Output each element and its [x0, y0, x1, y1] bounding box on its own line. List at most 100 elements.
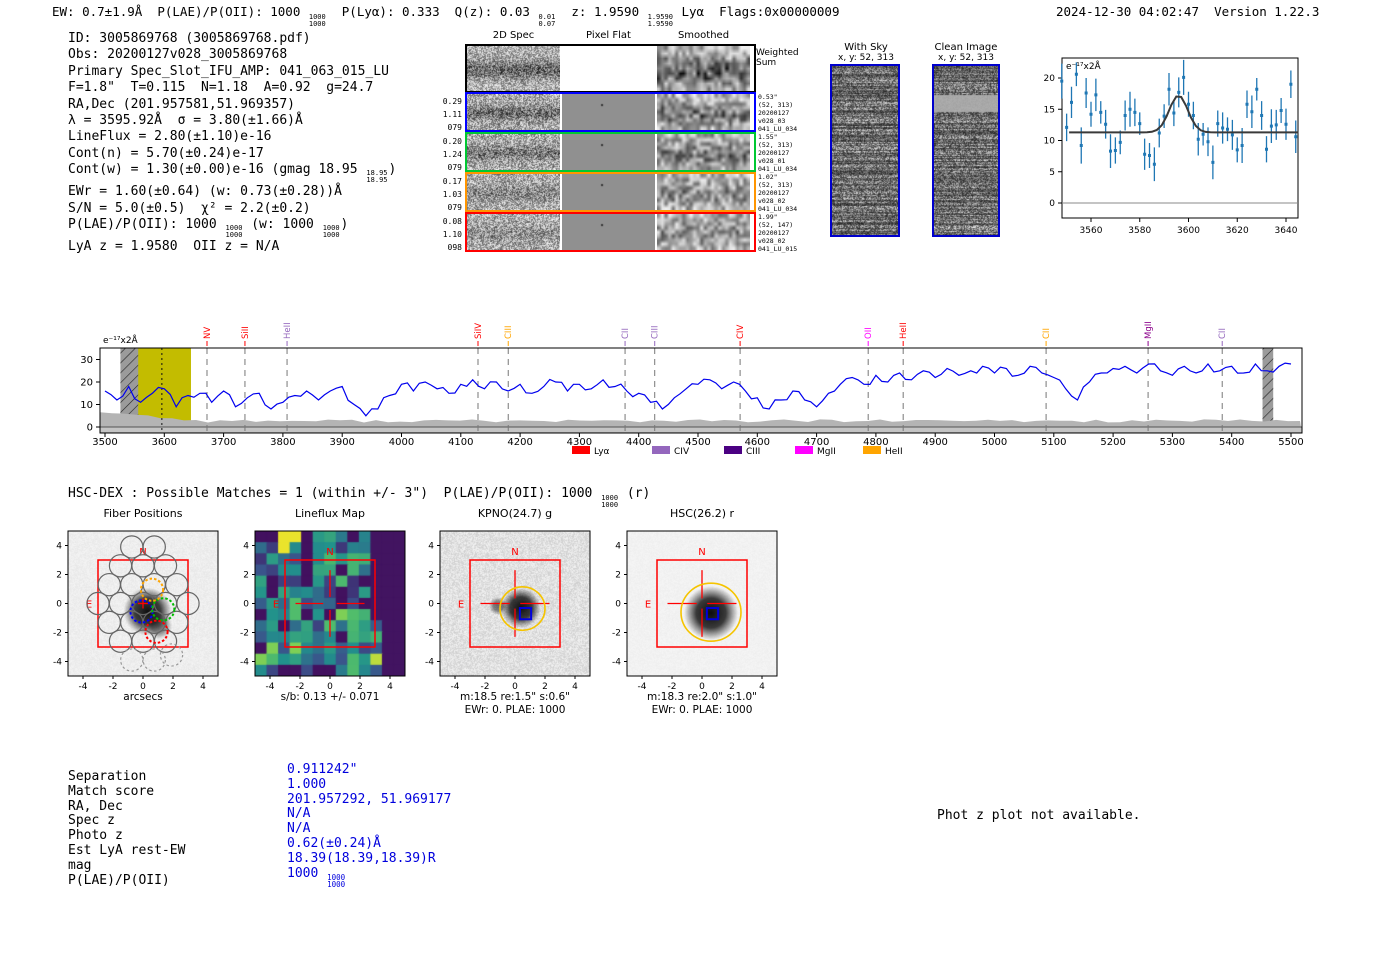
fiber-positions-panel: Fiber Positions -4 -2 0 2 4 -4 -2 0 2 4 N E arcsecs	[48, 505, 238, 720]
fiber4-meta: 1.99" (52, 147) 20200127 v028_02 041_LU_015	[758, 213, 798, 253]
match-mag-value: 18.39(18.39,18.39)R	[287, 850, 436, 866]
fiber2-pixelflat-image	[562, 134, 655, 170]
fiber-row-1	[465, 92, 756, 132]
stacked-fraction: 1.9590 1.9590	[647, 13, 673, 28]
svg-text:4: 4	[56, 542, 62, 552]
svg-text:0: 0	[428, 600, 434, 610]
elixer-report-page: EW: 0.7±1.9Å P(LAE)/P(OII): 1000 1000 100…	[0, 0, 1400, 953]
info-line-lyaz: LyA z = 1.9580 OII z = N/A	[68, 239, 280, 255]
hsc-cutout-image	[627, 531, 777, 676]
hsc-cutout-caption: EWr: 0. PLAE: 1000	[651, 704, 753, 716]
svg-text:-4: -4	[53, 658, 62, 668]
svg-text:5400: 5400	[1219, 437, 1244, 448]
svg-text:CIII: CIII	[746, 447, 760, 457]
kpno-cutout-panel: KPNO(24.7) g -4 -2 0 2 4 -4 -2 0 2 4 N E m:18.5 re:…	[420, 505, 610, 720]
svg-text:30: 30	[80, 355, 93, 366]
match-radec-value: 201.957292, 51.969177	[287, 791, 452, 807]
svg-text:-4: -4	[425, 658, 434, 668]
svg-text:0: 0	[243, 600, 249, 610]
photz-note: Phot z plot not available.	[937, 808, 1141, 823]
svg-text:CII: CII	[621, 328, 631, 339]
fiber2-weights: 0.20 1.24 079	[442, 137, 462, 172]
info-line-obs: Obs: 20200127v028_3005869768	[68, 47, 288, 63]
svg-text:3620: 3620	[1226, 226, 1249, 236]
svg-text:MgII: MgII	[1144, 321, 1154, 339]
svg-text:MgII: MgII	[817, 447, 836, 457]
match-table-labels: Separation Match score RA, Dec Spec z Photo …	[68, 769, 186, 888]
fiber2-smoothed-image	[657, 134, 750, 170]
svg-text:10: 10	[1044, 137, 1056, 147]
hsc-cutout-xlabel: m:18.3 re:2.0" s:1.0"	[647, 691, 757, 703]
svg-text:10: 10	[80, 400, 93, 411]
fiber2-2dspec-image	[467, 134, 560, 170]
svg-text:CII: CII	[1218, 328, 1228, 339]
cleanimage-image	[932, 64, 1000, 237]
info-line-contw: Cont(w) = 1.30(±0.00)e-16 (gmag 18.95 18…	[68, 162, 397, 185]
stacked-fraction: 1000 1000	[327, 872, 346, 890]
svg-text:-2: -2	[240, 629, 249, 639]
fiber-positions-title: Fiber Positions	[103, 507, 183, 520]
svg-text:4: 4	[428, 542, 434, 552]
fiber3-meta: 1.02" (52, 313) 20200127 v028_02 041_LU_034	[758, 173, 798, 213]
fiber1-weights: 0.29 1.11 079	[442, 97, 462, 132]
svg-text:HeII: HeII	[885, 447, 903, 457]
svg-text:4900: 4900	[922, 437, 947, 448]
lineflux-map-panel: Lineflux Map -4 -2 0 2 4 -4 -2 0 2 4 N E s/b: 0.13 …	[235, 505, 425, 720]
svg-text:-2: -2	[425, 629, 434, 639]
match-specz-value: N/A	[287, 806, 311, 822]
svg-text:4100: 4100	[448, 437, 473, 448]
svg-text:-2: -2	[612, 629, 621, 639]
svg-text:HeII: HeII	[283, 322, 293, 339]
match-photoz-value: N/A	[287, 821, 311, 837]
stacked-fraction: 18.95 18.95	[366, 169, 388, 185]
match-score-value: 1.000	[287, 776, 327, 792]
svg-text:3640: 3640	[1275, 226, 1298, 236]
fiber-positions-image	[68, 531, 218, 676]
stacked-fraction: 1000 1000	[225, 224, 243, 240]
lineflux-map-xlabel: s/b: 0.13 +/- 0.071	[280, 691, 380, 703]
svg-text:3560: 3560	[1080, 226, 1103, 236]
svg-text:OII: OII	[864, 327, 874, 339]
cleanimage-coords: x, y: 52, 313	[938, 53, 994, 63]
svg-text:2: 2	[243, 571, 249, 581]
svg-text:3700: 3700	[211, 437, 236, 448]
match-separation-value: 0.911242"	[287, 762, 358, 777]
svg-text:0: 0	[56, 600, 62, 610]
hsc-cutout-title: HSC(26.2) r	[669, 507, 735, 520]
fiber3-2dspec-image	[467, 174, 560, 210]
hsc-cutout-panel: HSC(26.2) r -4 -2 0 2 4 -4 -2 0 2 4 N E m:18.3 re:2…	[607, 505, 797, 720]
fiber4-2dspec-image	[467, 214, 560, 250]
svg-text:5100: 5100	[1041, 437, 1066, 448]
info-line-id: ID: 3005869768 (3005869768.pdf)	[68, 31, 311, 46]
svg-text:2: 2	[56, 571, 62, 581]
weighted-sum-row	[465, 44, 756, 93]
svg-text:e⁻¹⁷x2Å: e⁻¹⁷x2Å	[103, 334, 139, 346]
info-line-ewr: EWr = 1.60(±0.64) (w: 0.73(±0.28))Å	[68, 184, 342, 200]
header-datetime-version: 2024-12-30 04:02:47 Version 1.22.3	[1056, 4, 1319, 19]
fiber1-meta: 0.53" (52, 313) 20200127 v028_03 041_LU_034	[758, 93, 798, 133]
match-plae-value: 1000 1000 1000	[287, 865, 346, 890]
svg-text:5000: 5000	[982, 437, 1007, 448]
kpno-cutout-xlabel: m:18.5 re:1.5" s:0.6"	[460, 691, 570, 703]
match-restew-value: 0.62(±0.24)Å	[287, 835, 381, 851]
full-spectrum-plot: 3500 3600 3700 3800 3900 4000 4100 4200 4300 4400…	[80, 321, 1303, 457]
report-version: Version 1.22.3	[1214, 4, 1320, 19]
info-line-lambda: λ = 3595.92Å σ = 3.80(±1.66)Å	[68, 113, 303, 129]
svg-text:-4: -4	[240, 658, 249, 668]
info-line-sn: S/N = 5.0(±0.5) χ² = 2.2(±0.2)	[68, 200, 311, 216]
svg-text:CIV: CIV	[736, 325, 746, 339]
fiber-row-3	[465, 172, 756, 212]
fiber2-meta: 1.55" (52, 313) 20200127 v028_01 041_LU_034	[758, 133, 798, 173]
svg-text:5: 5	[1049, 168, 1055, 178]
svg-text:HeII: HeII	[899, 322, 909, 339]
fiber1-2dspec-image	[467, 94, 560, 130]
pixelflat-col-title: Pixel Flat	[586, 30, 631, 41]
fiber4-pixelflat-image	[562, 214, 655, 250]
svg-text:20: 20	[80, 378, 93, 389]
info-line-contn: Cont(n) = 5.70(±0.24)e-17	[68, 145, 264, 161]
svg-text:CII: CII	[1042, 328, 1052, 339]
svg-text:CIV: CIV	[674, 447, 690, 457]
stacked-fraction: 1000 1000	[322, 224, 340, 240]
svg-text:CIII: CIII	[651, 326, 661, 339]
